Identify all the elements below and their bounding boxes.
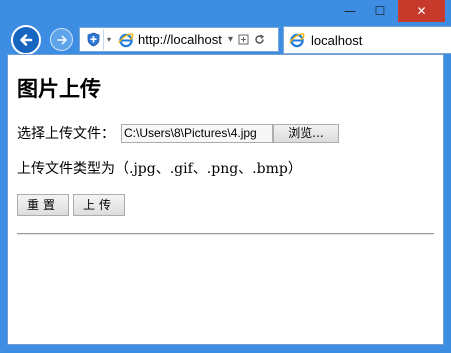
page-content: 图片上传 选择上传文件： C:\Users\8\Pictures\4.jpg 浏…: [7, 54, 444, 345]
file-label: 选择上传文件：: [17, 126, 115, 142]
shield-button[interactable]: [83, 29, 104, 50]
allowed-types-text: 上传文件类型为（.jpg、.gif、.png、.bmp）: [17, 161, 302, 177]
minimize-button[interactable]: —: [336, 0, 364, 22]
close-button[interactable]: ✕: [398, 0, 445, 22]
back-button[interactable]: [11, 25, 41, 55]
maximize-button[interactable]: ☐: [366, 0, 394, 22]
browse-button[interactable]: 浏览...: [273, 123, 339, 143]
address-bar[interactable]: ▾ http://localhost ▾: [79, 27, 279, 52]
tab-label: localhost: [311, 32, 363, 48]
compatibility-view-icon[interactable]: [238, 34, 249, 45]
horizontal-divider: [17, 233, 434, 235]
reset-button[interactable]: 重置: [17, 194, 70, 216]
ie-logo-icon: [289, 33, 305, 48]
close-icon: ✕: [416, 4, 427, 18]
refresh-icon[interactable]: [254, 34, 265, 45]
page-title: 图片上传: [17, 76, 101, 101]
file-path-input[interactable]: C:\Users\8\Pictures\4.jpg: [121, 123, 273, 143]
minimize-icon: —: [344, 4, 356, 18]
browser-window: — ☐ ✕ ▾ http://localhost ▾ localhost 图片上…: [0, 0, 451, 353]
file-select-row: 选择上传文件： C:\Users\8\Pictures\4.jpg 浏览...: [17, 123, 339, 143]
shield-icon: [87, 32, 99, 47]
forward-arrow-icon: [56, 35, 67, 44]
forward-button[interactable]: [50, 28, 73, 51]
navigation-bar: ▾ http://localhost ▾ localhost: [0, 22, 451, 55]
ie-logo-icon: [118, 32, 134, 47]
address-input[interactable]: http://localhost: [138, 32, 224, 47]
form-buttons: 重置 上传: [17, 194, 126, 216]
address-dropdown-icon[interactable]: ▾: [228, 34, 233, 45]
tab-localhost[interactable]: localhost: [283, 26, 451, 54]
back-arrow-icon: [20, 34, 33, 46]
maximize-icon: ☐: [374, 4, 386, 18]
upload-button[interactable]: 上传: [73, 194, 126, 216]
chevron-down-icon[interactable]: ▾: [104, 35, 114, 44]
